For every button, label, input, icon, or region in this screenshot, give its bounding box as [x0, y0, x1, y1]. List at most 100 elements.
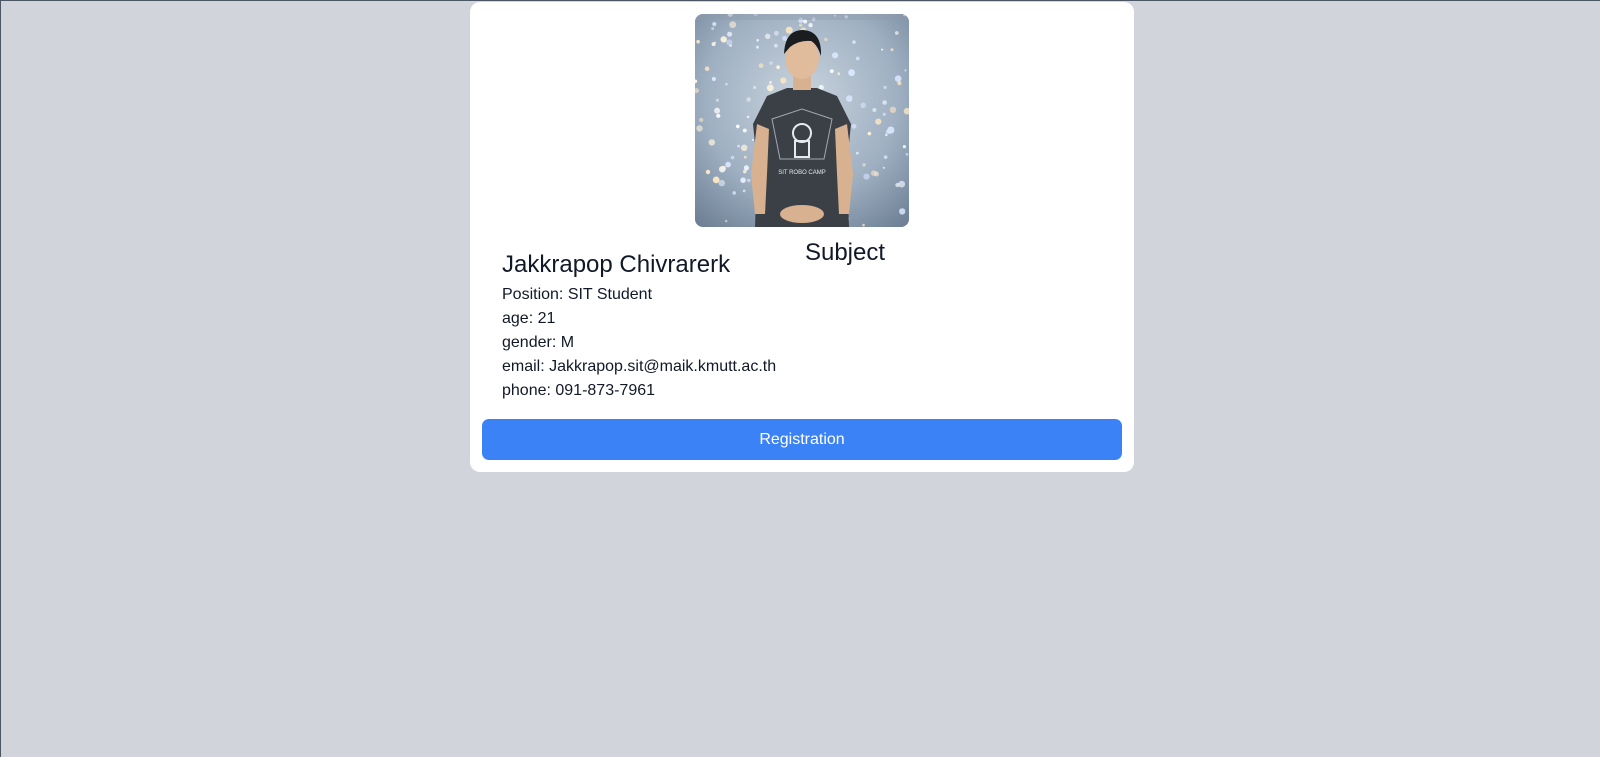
- bokeh-light: [799, 23, 803, 27]
- bokeh-light: [752, 138, 754, 141]
- profile-name: Jakkrapop Chivrarerk: [502, 251, 731, 278]
- bokeh-light: [740, 177, 746, 183]
- bokeh-light: [720, 36, 727, 43]
- bokeh-light: [704, 66, 710, 71]
- bokeh-light: [837, 72, 841, 76]
- bokeh-light: [846, 95, 853, 102]
- bokeh-light: [862, 223, 865, 227]
- profile-card: SIT ROBO CAMP Subject Jakkrapop Chivrare…: [470, 2, 1134, 472]
- bokeh-light: [852, 40, 856, 44]
- bokeh-light: [747, 178, 751, 183]
- bokeh-light: [742, 189, 746, 193]
- profile-photo: SIT ROBO CAMP: [695, 14, 909, 227]
- bokeh-light: [885, 129, 891, 135]
- bokeh-light: [696, 39, 700, 44]
- bokeh-light: [756, 45, 759, 49]
- bokeh-light: [882, 112, 886, 116]
- bokeh-light: [870, 170, 877, 176]
- bokeh-light: [774, 30, 779, 36]
- bokeh-light: [863, 173, 870, 180]
- bokeh-light: [726, 39, 733, 46]
- bokeh-light: [696, 125, 703, 132]
- bokeh-light: [785, 26, 793, 34]
- bokeh-light: [774, 43, 778, 48]
- bokeh-light: [714, 41, 717, 44]
- bokeh-light: [808, 23, 813, 28]
- profile-phone: phone: 091-873-7961: [502, 382, 656, 399]
- bokeh-light: [883, 155, 888, 160]
- bokeh-light: [904, 69, 907, 72]
- bokeh-light: [885, 133, 888, 137]
- bokeh-light: [699, 117, 704, 123]
- bokeh-light: [725, 219, 728, 223]
- profile-photo-image: SIT ROBO CAMP: [695, 14, 909, 227]
- bokeh-light: [872, 107, 877, 113]
- bokeh-light: [743, 155, 747, 159]
- bokeh-light: [758, 63, 764, 69]
- bokeh-light: [881, 48, 884, 51]
- bokeh-light: [780, 77, 787, 84]
- profile-email: email: Jakkrapop.sit@maik.kmutt.ac.th: [502, 358, 777, 375]
- bokeh-light: [756, 39, 759, 42]
- bokeh-light: [829, 69, 834, 73]
- bokeh-light: [894, 31, 899, 35]
- profile-position: Position: SIT Student: [502, 286, 653, 303]
- bokeh-light: [848, 69, 855, 77]
- bokeh-light: [725, 161, 731, 168]
- bokeh-light: [708, 139, 715, 146]
- bokeh-light: [856, 151, 859, 155]
- bokeh-light: [889, 106, 897, 114]
- bokeh-light: [862, 163, 866, 167]
- bokeh-light: [729, 21, 737, 29]
- bokeh-light: [743, 165, 749, 171]
- profile-age: age: 21: [502, 310, 556, 327]
- bokeh-light: [732, 191, 736, 195]
- profile-gender: gender: M: [502, 334, 575, 351]
- bokeh-light: [894, 75, 902, 82]
- bokeh-light: [727, 31, 733, 37]
- bokeh-light: [711, 76, 716, 82]
- bokeh-light: [898, 180, 906, 188]
- bokeh-light: [899, 208, 906, 215]
- bokeh-light: [882, 166, 885, 169]
- bokeh-light: [730, 155, 735, 160]
- bokeh-light: [705, 169, 711, 175]
- bokeh-light: [746, 97, 751, 102]
- bokeh-light: [902, 145, 906, 149]
- bokeh-light: [782, 36, 788, 41]
- page-background: SIT ROBO CAMP Subject Jakkrapop Chivrare…: [0, 0, 1600, 757]
- bokeh-light: [883, 85, 887, 89]
- bokeh-light: [769, 61, 773, 65]
- bokeh-light: [712, 22, 717, 27]
- bokeh-light: [766, 84, 774, 92]
- profile-info: Jakkrapop Chivrarerk Position: SIT Stude…: [502, 249, 822, 403]
- bokeh-light: [882, 100, 887, 105]
- registration-button[interactable]: Registration: [482, 419, 1122, 460]
- bokeh-light: [803, 19, 808, 24]
- bokeh-light: [715, 98, 719, 102]
- bokeh-light: [725, 82, 728, 86]
- bokeh-light: [867, 131, 872, 136]
- bokeh-light: [712, 176, 720, 184]
- bokeh-light: [711, 27, 715, 31]
- bokeh-light: [764, 33, 771, 40]
- bokeh-light: [776, 65, 780, 69]
- bokeh-light: [753, 85, 757, 90]
- bokeh-light: [740, 144, 748, 152]
- bokeh-light: [890, 48, 894, 52]
- bokeh-light: [721, 165, 727, 171]
- bokeh-light: [714, 107, 721, 114]
- bokeh-light: [860, 102, 866, 109]
- bokeh-light: [769, 81, 772, 84]
- bokeh-light: [736, 124, 740, 129]
- bokeh-light: [875, 118, 882, 125]
- bokeh-light: [905, 152, 909, 156]
- shirt-print-text: SIT ROBO CAMP: [778, 170, 826, 176]
- bokeh-light: [716, 113, 721, 118]
- bokeh-light: [851, 123, 857, 129]
- bokeh-light: [746, 115, 750, 119]
- bokeh-light: [832, 52, 839, 59]
- bokeh-light: [742, 128, 747, 133]
- bokeh-light: [824, 37, 828, 42]
- bokeh-light: [737, 144, 740, 148]
